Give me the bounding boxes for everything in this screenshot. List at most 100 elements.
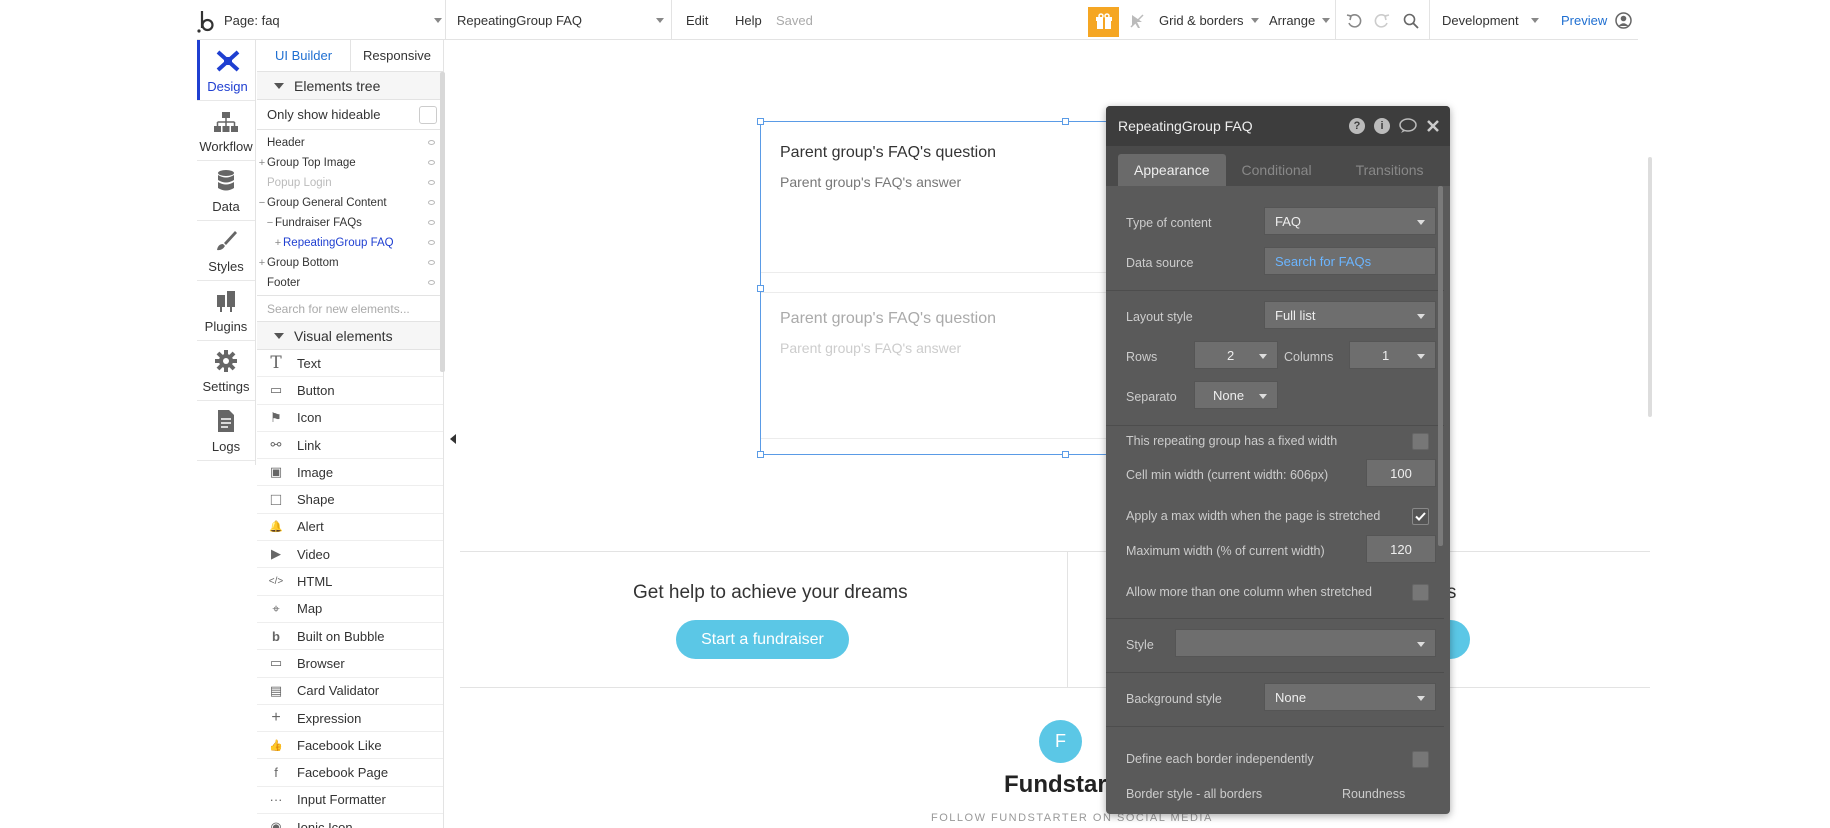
visual-element-link[interactable]: ⚯ Link xyxy=(257,432,443,460)
arrange-menu[interactable]: Arrange xyxy=(1269,0,1331,40)
visual-element-card-validator[interactable]: ▤ Card Validator xyxy=(257,678,443,705)
cell-min-width-input[interactable]: 100 xyxy=(1366,459,1436,487)
visual-element-built-on-bubble[interactable]: b Built on Bubble xyxy=(257,623,443,651)
visual-element-facebook-page[interactable]: f Facebook Page xyxy=(257,759,443,787)
eye-icon[interactable] xyxy=(428,220,435,225)
account-icon[interactable] xyxy=(1615,12,1632,29)
collapse-icon[interactable]: − xyxy=(266,217,274,229)
info-icon[interactable]: i xyxy=(1374,118,1390,134)
resize-handle[interactable] xyxy=(1062,118,1069,125)
separator-dropdown[interactable]: None xyxy=(1194,381,1278,409)
eye-icon[interactable] xyxy=(428,180,435,185)
collapse-panel-icon[interactable] xyxy=(450,434,456,444)
undo-icon[interactable] xyxy=(1346,13,1362,29)
tree-item-header[interactable]: Header xyxy=(257,133,443,153)
tab-ui-builder[interactable]: UI Builder xyxy=(257,40,350,71)
search-icon[interactable] xyxy=(1403,13,1419,29)
max-width-pct-input[interactable]: 120 xyxy=(1366,535,1436,563)
eye-icon[interactable] xyxy=(428,260,435,265)
cell-question[interactable]: Parent group's FAQ's question xyxy=(780,310,996,328)
type-of-content-dropdown[interactable]: FAQ xyxy=(1264,207,1436,235)
rail-item-settings[interactable]: Settings xyxy=(197,340,255,400)
footer-brand[interactable]: Fundstart xyxy=(1004,771,1115,799)
visual-elements-header[interactable]: Visual elements xyxy=(257,322,443,350)
visual-element-facebook-like[interactable]: 👍 Facebook Like xyxy=(257,732,443,760)
tree-item-group-top-image[interactable]: + Group Top Image xyxy=(257,153,443,173)
bubble-logo-icon[interactable] xyxy=(197,8,219,34)
elements-tree-header[interactable]: Elements tree xyxy=(257,72,443,100)
visual-element-map[interactable]: ⌖ Map xyxy=(257,596,443,623)
rail-item-workflow[interactable]: Workflow xyxy=(197,100,255,160)
rail-item-data[interactable]: Data xyxy=(197,160,255,220)
comment-icon[interactable] xyxy=(1399,118,1417,134)
data-source-field[interactable]: Search for FAQs xyxy=(1264,247,1436,275)
expand-icon[interactable]: + xyxy=(258,157,266,169)
footer-logo[interactable]: F xyxy=(1039,720,1082,763)
eye-icon[interactable] xyxy=(428,160,435,165)
rail-item-plugins[interactable]: Plugins xyxy=(197,280,255,340)
group-bottom[interactable] xyxy=(460,551,1650,688)
fixed-width-checkbox[interactable] xyxy=(1412,433,1429,450)
panel-scrollbar[interactable] xyxy=(440,72,445,372)
tree-item-group-bottom[interactable]: + Group Bottom xyxy=(257,253,443,273)
rows-dropdown[interactable]: 2 xyxy=(1194,341,1278,369)
visual-element-video[interactable]: ▶ Video xyxy=(257,541,443,569)
tree-item-popup-login[interactable]: Popup Login xyxy=(257,173,443,193)
expand-icon[interactable]: + xyxy=(274,237,282,249)
background-style-dropdown[interactable]: None xyxy=(1264,683,1436,711)
eye-icon[interactable] xyxy=(428,200,435,205)
property-editor-header[interactable]: RepeatingGroup FAQ ? i xyxy=(1106,106,1450,146)
style-dropdown[interactable] xyxy=(1175,629,1436,657)
rail-item-design[interactable]: Design xyxy=(197,40,255,100)
resize-handle[interactable] xyxy=(757,285,764,292)
resize-handle[interactable] xyxy=(757,118,764,125)
tab-conditional[interactable]: Conditional xyxy=(1226,154,1328,186)
resize-handle[interactable] xyxy=(757,451,764,458)
resize-handle[interactable] xyxy=(1062,451,1069,458)
page-selector[interactable]: Page: faq xyxy=(224,0,280,40)
layout-style-dropdown[interactable]: Full list xyxy=(1264,301,1436,329)
element-search-input[interactable]: Search for new elements... xyxy=(257,296,443,322)
tree-item-fundraiser-faqs[interactable]: − Fundraiser FAQs xyxy=(257,213,443,233)
expand-icon[interactable]: + xyxy=(258,257,266,269)
property-editor-scrollbar[interactable] xyxy=(1438,186,1443,546)
cell-answer[interactable]: Parent group's FAQ's answer xyxy=(780,174,961,190)
environment-menu[interactable]: Development xyxy=(1442,0,1539,40)
help-title[interactable]: Get help to achieve your dreams xyxy=(633,582,908,604)
gift-button[interactable] xyxy=(1088,7,1119,37)
multi-column-checkbox[interactable] xyxy=(1412,584,1429,601)
collapse-icon[interactable]: − xyxy=(258,197,266,209)
visual-element-text[interactable]: T Text xyxy=(257,350,443,378)
visual-element-alert[interactable]: 🔔 Alert xyxy=(257,514,443,542)
tree-item-footer[interactable]: Footer xyxy=(257,273,443,293)
eye-icon[interactable] xyxy=(428,140,435,145)
grid-borders-menu[interactable]: Grid & borders xyxy=(1159,0,1259,40)
max-width-checkbox[interactable] xyxy=(1412,508,1429,525)
tree-item-group-general-content[interactable]: − Group General Content xyxy=(257,193,443,213)
start-fundraiser-button[interactable]: Start a fundraiser xyxy=(676,620,849,659)
element-selector[interactable]: RepeatingGroup FAQ xyxy=(457,0,582,40)
rail-item-logs[interactable]: Logs xyxy=(197,400,255,460)
cell-question[interactable]: Parent group's FAQ's question xyxy=(780,144,996,162)
menu-edit[interactable]: Edit xyxy=(686,0,708,40)
canvas-scrollbar[interactable] xyxy=(1648,157,1652,417)
only-show-hideable-checkbox[interactable] xyxy=(419,105,437,124)
cell-answer[interactable]: Parent group's FAQ's answer xyxy=(780,340,961,356)
redo-icon[interactable] xyxy=(1374,13,1390,29)
visual-element-expression[interactable]: + Expression xyxy=(257,705,443,733)
visual-element-icon[interactable]: ⚑ Icon xyxy=(257,405,443,432)
visual-element-html[interactable]: </> HTML xyxy=(257,568,443,596)
rail-item-styles[interactable]: Styles xyxy=(197,220,255,280)
visual-element-button[interactable]: ▭ Button xyxy=(257,377,443,405)
tab-appearance[interactable]: Appearance xyxy=(1118,154,1226,186)
close-icon[interactable] xyxy=(1426,118,1440,134)
tab-responsive[interactable]: Responsive xyxy=(350,40,443,71)
columns-dropdown[interactable]: 1 xyxy=(1349,341,1436,369)
visual-element-browser[interactable]: ▭ Browser xyxy=(257,650,443,678)
tree-item-repeatinggroup-faq[interactable]: + RepeatingGroup FAQ xyxy=(257,233,443,253)
help-icon[interactable]: ? xyxy=(1349,118,1365,134)
visual-element-ionic-icon[interactable]: ◉ Ionic Icon xyxy=(257,814,443,828)
eye-icon[interactable] xyxy=(428,240,435,245)
visual-element-input-formatter[interactable]: ··· Input Formatter xyxy=(257,787,443,815)
pointer-icon[interactable] xyxy=(1129,13,1145,29)
